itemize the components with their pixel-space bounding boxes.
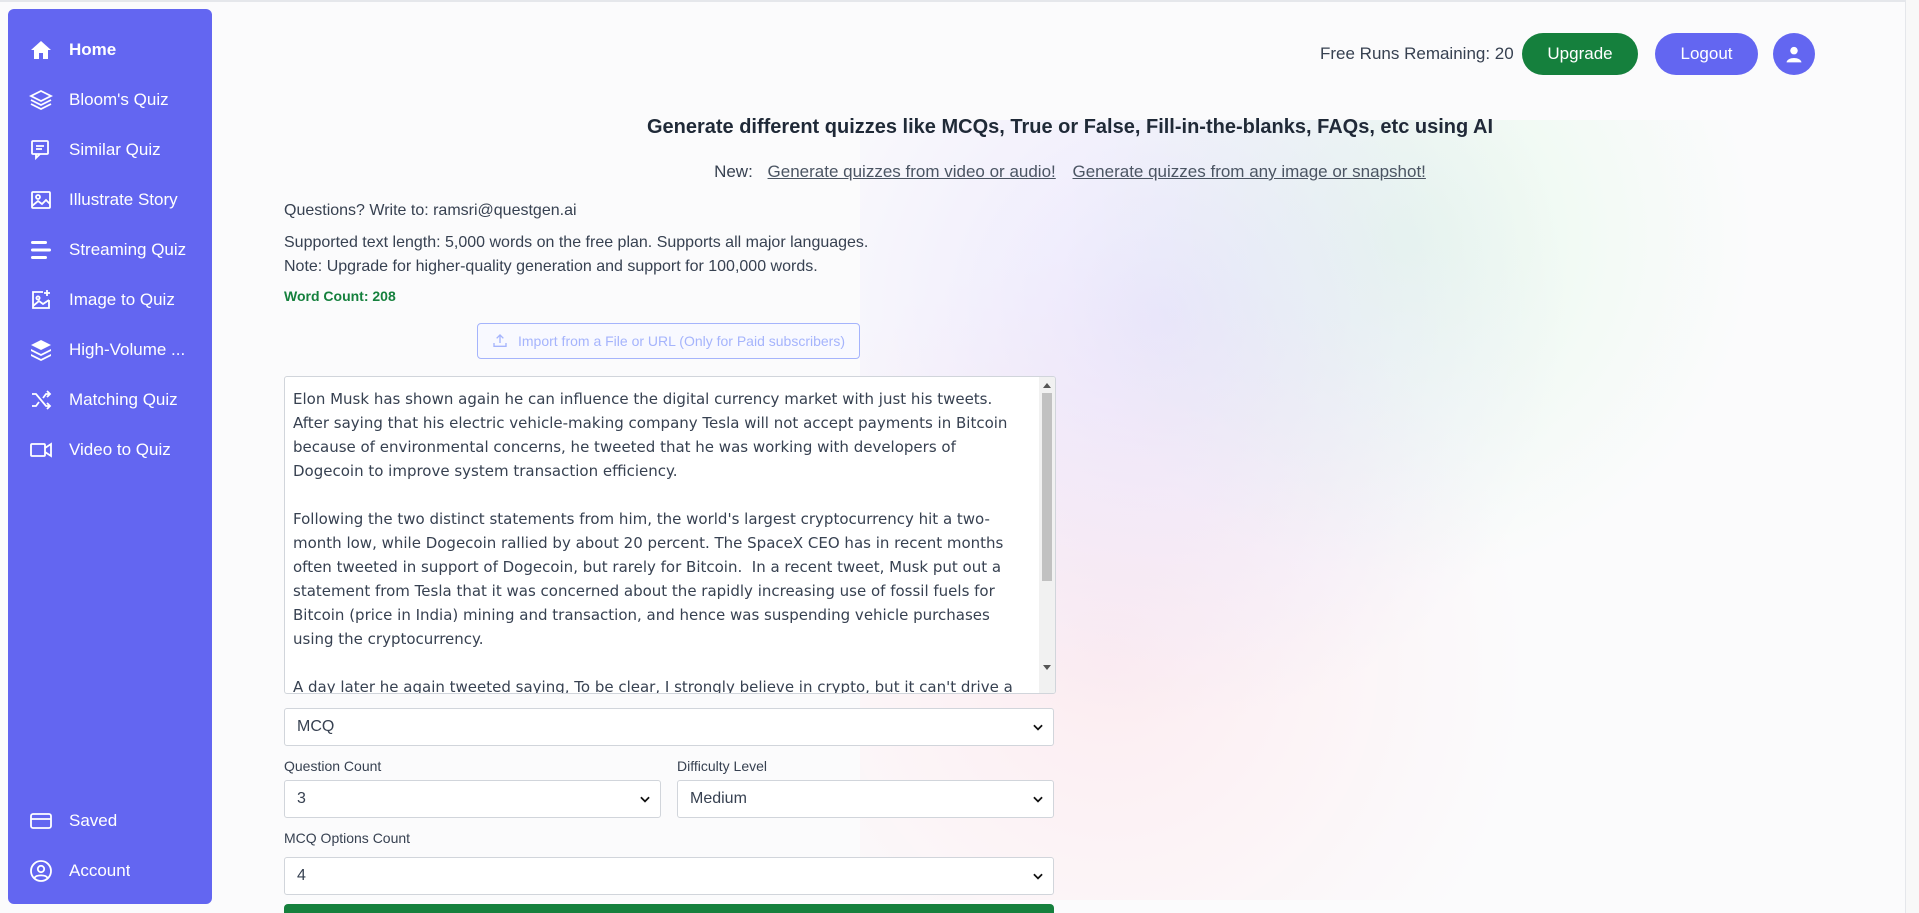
text-input-content[interactable]: Elon Musk has shown again he can influen… — [293, 387, 1015, 693]
top-border — [0, 0, 1919, 2]
new-prefix: New: — [714, 162, 753, 181]
sidebar-item-streaming-quiz[interactable]: Streaming Quiz — [27, 233, 207, 267]
difficulty-value: Medium — [690, 790, 747, 807]
free-runs-remaining: Free Runs Remaining: 20 — [1320, 44, 1514, 63]
sidebar-item-illustrate-story[interactable]: Illustrate Story — [27, 183, 207, 217]
sidebar-item-video-to-quiz[interactable]: Video to Quiz — [27, 433, 207, 467]
sidebar-item-label: Home — [69, 40, 117, 59]
contact-text: Questions? Write to: ramsri@questgen.ai — [284, 202, 577, 219]
sidebar-item-label: Streaming Quiz — [69, 240, 187, 259]
sidebar-item-account[interactable]: Account — [27, 854, 207, 888]
upload-icon — [493, 334, 507, 347]
page-scrollbar[interactable] — [1905, 0, 1919, 913]
quiz-type-select[interactable]: MCQ — [284, 708, 1054, 746]
scroll-down-arrow-icon[interactable] — [1043, 665, 1051, 670]
video-icon — [27, 436, 55, 464]
chevron-down-icon — [1033, 796, 1043, 803]
sidebar-item-label: Similar Quiz — [69, 140, 161, 159]
sidebar-item-label: Video to Quiz — [69, 440, 171, 459]
question-count-label: Question Count — [284, 758, 382, 774]
sidebar-item-label: Image to Quiz — [69, 290, 175, 309]
quiz-type-value: MCQ — [297, 718, 335, 735]
sidebar-item-home[interactable]: Home — [27, 33, 207, 67]
chevron-down-icon — [640, 796, 650, 803]
card-icon — [27, 807, 55, 835]
difficulty-select[interactable]: Medium — [677, 780, 1054, 818]
sidebar-item-similar-quiz[interactable]: Similar Quiz — [27, 133, 207, 167]
import-label: Import from a File or URL (Only for Paid… — [517, 333, 845, 349]
image-plus-icon — [27, 286, 55, 314]
sidebar-item-high-volume[interactable]: High-Volume ... — [27, 333, 207, 367]
logout-button[interactable]: Logout — [1655, 33, 1758, 75]
textarea-scrollbar[interactable] — [1039, 377, 1055, 693]
image-icon — [27, 186, 55, 214]
options-count-value: 4 — [297, 867, 306, 884]
chat-icon — [27, 136, 55, 164]
sidebar-item-blooms-quiz[interactable]: Bloom's Quiz — [27, 83, 207, 117]
sidebar-item-label: Matching Quiz — [69, 390, 178, 409]
upgrade-button[interactable]: Upgrade — [1522, 33, 1638, 75]
difficulty-label: Difficulty Level — [677, 758, 768, 774]
sidebar-item-label: Illustrate Story — [69, 190, 178, 209]
upgrade-note-text: Note: Upgrade for higher-quality generat… — [284, 258, 818, 275]
import-file-url-button[interactable]: Import from a File or URL (Only for Paid… — [477, 323, 860, 359]
sidebar-item-matching-quiz[interactable]: Matching Quiz — [27, 383, 207, 417]
word-count: Word Count: 208 — [284, 288, 396, 304]
sidebar: Home Bloom's Quiz Similar Quiz Illustrat… — [8, 9, 212, 904]
options-count-select[interactable]: 4 — [284, 857, 1054, 895]
user-circle-icon — [27, 857, 55, 885]
bars-icon — [27, 236, 55, 264]
page-title: Generate different quizzes like MCQs, Tr… — [646, 116, 1494, 138]
sidebar-item-label: Saved — [69, 811, 118, 830]
text-input-area[interactable]: Elon Musk has shown again he can influen… — [284, 376, 1056, 694]
scroll-thumb[interactable] — [1042, 393, 1052, 581]
chevron-down-icon — [1033, 873, 1043, 880]
sidebar-item-label: Bloom's Quiz — [69, 90, 169, 109]
video-quiz-link[interactable]: Generate quizzes from video or audio! — [768, 162, 1056, 181]
avatar[interactable] — [1773, 33, 1815, 75]
options-count-label: MCQ Options Count — [284, 830, 411, 846]
scroll-up-arrow-icon[interactable] — [1043, 383, 1051, 388]
user-icon — [1786, 46, 1802, 63]
chevron-down-icon — [1033, 724, 1043, 731]
question-count-value: 3 — [297, 790, 306, 807]
sidebar-item-label: High-Volume ... — [69, 340, 186, 359]
layers-icon — [27, 86, 55, 114]
shuffle-icon — [27, 386, 55, 414]
new-features-row: New: Generate quizzes from video or audi… — [520, 162, 1620, 182]
supported-length-text: Supported text length: 5,000 words on th… — [284, 234, 869, 251]
stack-icon — [27, 336, 55, 364]
sidebar-item-label: Account — [69, 861, 131, 880]
generate-button[interactable] — [284, 904, 1054, 913]
question-count-select[interactable]: 3 — [284, 780, 661, 818]
image-quiz-link[interactable]: Generate quizzes from any image or snaps… — [1073, 162, 1426, 181]
sidebar-item-image-to-quiz[interactable]: Image to Quiz — [27, 283, 207, 317]
home-icon — [27, 36, 55, 64]
sidebar-item-saved[interactable]: Saved — [27, 804, 207, 838]
